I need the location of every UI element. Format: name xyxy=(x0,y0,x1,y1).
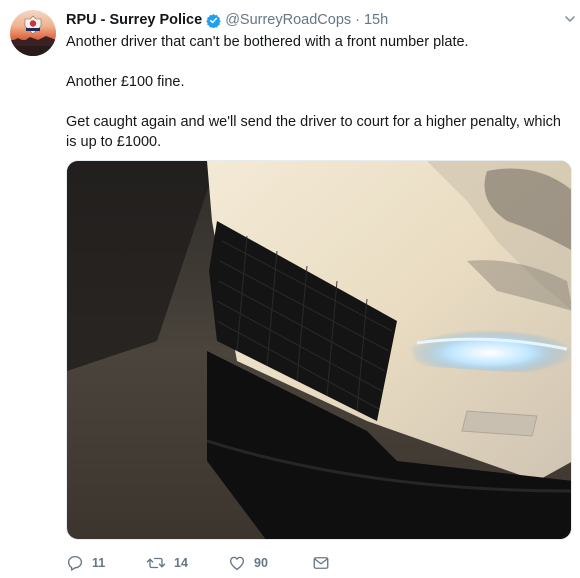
envelope-icon xyxy=(313,557,329,569)
tweet-paragraph: Another driver that can't be bothered wi… xyxy=(66,34,469,50)
tweet-paragraph: Another £100 fine. xyxy=(66,74,185,90)
reply-count: 11 xyxy=(92,556,106,570)
avatar[interactable] xyxy=(10,10,56,56)
tweet-text: Another driver that can't be bothered wi… xyxy=(66,32,572,152)
tweet-paragraph: Get caught again and we'll send the driv… xyxy=(66,114,561,150)
like-count: 90 xyxy=(254,556,268,570)
tweet-actions: 11 14 90 xyxy=(66,553,342,573)
tweet[interactable]: RPU - Surrey Police @SurreyRoadCops · 15… xyxy=(0,0,580,578)
direct-message-button[interactable] xyxy=(312,553,342,573)
reply-icon xyxy=(67,555,83,571)
reply-button[interactable]: 11 xyxy=(66,553,146,573)
like-button[interactable]: 90 xyxy=(228,553,312,573)
retweet-icon xyxy=(146,557,166,569)
police-crest-logo xyxy=(10,15,56,56)
header-separator: · xyxy=(355,12,360,28)
author-name[interactable]: RPU - Surrey Police xyxy=(66,10,202,30)
author-handle[interactable]: @SurreyRoadCops xyxy=(225,10,351,30)
verified-badge-icon xyxy=(206,13,221,28)
chevron-down-icon[interactable] xyxy=(564,12,576,24)
car-front-photo xyxy=(67,161,571,539)
heart-icon xyxy=(229,556,245,571)
retweet-count: 14 xyxy=(174,556,188,570)
retweet-button[interactable]: 14 xyxy=(146,553,228,573)
tweet-photo[interactable] xyxy=(66,160,572,540)
tweet-timestamp[interactable]: 15h xyxy=(364,10,388,30)
